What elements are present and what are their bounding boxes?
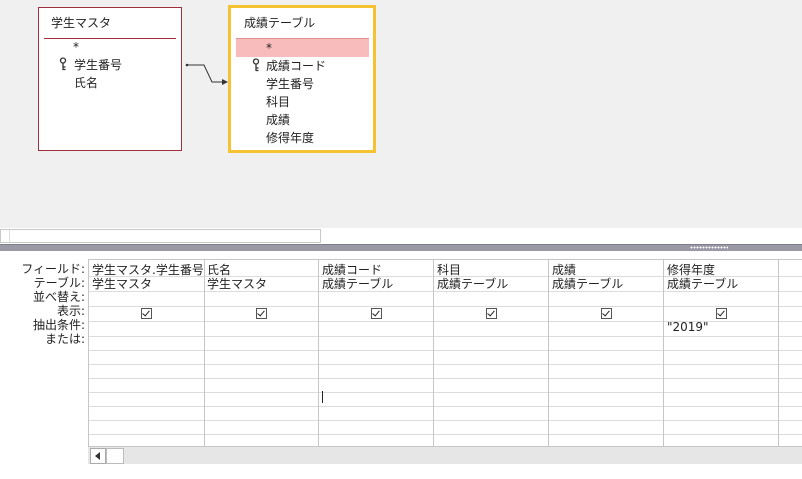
show-checkbox[interactable] — [371, 308, 382, 319]
field-label: 学生番号 — [74, 58, 123, 72]
grid-column-6[interactable]: 修得年度 成績テーブル "2019" — [664, 260, 779, 447]
cell-criteria[interactable]: "2019" — [667, 320, 709, 334]
pane-splitter[interactable] — [0, 244, 802, 251]
cell-table[interactable]: 学生マスタ — [92, 277, 152, 291]
show-checkbox[interactable] — [486, 308, 497, 319]
field-label: * — [266, 41, 272, 55]
label-field: フィールド: — [21, 262, 85, 276]
field-label: 成績コード — [266, 59, 327, 73]
grid-column-1[interactable]: 学生マスタ.学生番号 学生マスタ — [89, 260, 205, 447]
show-checkbox[interactable] — [256, 308, 267, 319]
table-title[interactable]: 学生マスタ — [39, 8, 181, 38]
scroll-left-arrow-icon — [95, 452, 100, 460]
cell-field[interactable]: 修得年度 — [667, 263, 715, 277]
label-show: 表示: — [56, 304, 85, 318]
field-all[interactable]: * — [236, 39, 369, 57]
cell-table[interactable]: 成績テーブル — [552, 277, 623, 291]
label-table: テーブル: — [33, 276, 85, 290]
field-kamoku[interactable]: 科目 — [231, 93, 373, 111]
label-or: または: — [44, 332, 85, 346]
field-label: * — [73, 40, 79, 54]
cell-field[interactable]: 学生マスタ.学生番号 — [92, 263, 204, 277]
query-design-grid[interactable]: 学生マスタ.学生番号 学生マスタ 氏名 学生マスタ 成績コード 成績テーブル 科… — [88, 259, 802, 463]
label-criteria: 抽出条件: — [32, 318, 85, 332]
table-title[interactable]: 成績テーブル — [231, 8, 373, 38]
grid-column-2[interactable]: 氏名 学生マスタ — [204, 260, 319, 447]
primary-key-icon — [252, 58, 260, 72]
relationship-line[interactable] — [182, 60, 232, 88]
cell-field[interactable]: 成績 — [552, 263, 576, 277]
field-label: 修得年度 — [266, 131, 315, 145]
grid-column-3[interactable]: 成績コード 成績テーブル — [319, 260, 434, 447]
field-label: 氏名 — [74, 76, 99, 90]
splitter-grip-icon[interactable] — [690, 246, 728, 249]
field-gakusei-bangou[interactable]: 学生番号 — [231, 75, 373, 93]
field-seiseki-code[interactable]: 成績コード — [231, 57, 373, 75]
scroll-left-arrow[interactable] — [1, 230, 10, 242]
field-label: 成績 — [266, 113, 291, 127]
table-pane: 学生マスタ * 学生番号 氏名 成績テーブル * 成績コード 学生番号 科目 成… — [0, 0, 802, 228]
table-pane-scrollbar[interactable] — [0, 229, 321, 243]
field-shutoku-nendo[interactable]: 修得年度 — [231, 129, 373, 147]
show-checkbox[interactable] — [601, 308, 612, 319]
field-all[interactable]: * — [39, 38, 181, 56]
show-checkbox[interactable] — [716, 308, 727, 319]
field-label: 科目 — [266, 95, 291, 109]
field-shimei[interactable]: 氏名 — [39, 74, 181, 92]
cell-table[interactable]: 成績テーブル — [437, 277, 508, 291]
cell-table[interactable]: 学生マスタ — [207, 277, 267, 291]
label-sort: 並べ替え: — [32, 290, 85, 304]
cell-table[interactable]: 成績テーブル — [322, 277, 393, 291]
text-cursor — [322, 391, 323, 403]
scroll-left-button[interactable] — [90, 448, 106, 464]
show-checkbox[interactable] — [141, 308, 152, 319]
scroll-thumb[interactable] — [106, 448, 124, 464]
grid-column-5[interactable]: 成績 成績テーブル — [549, 260, 664, 447]
grid-horizontal-scrollbar[interactable] — [88, 446, 802, 464]
primary-key-icon — [59, 57, 67, 71]
cell-field[interactable]: 氏名 — [207, 263, 231, 277]
field-seiseki[interactable]: 成績 — [231, 111, 373, 129]
field-label: 学生番号 — [266, 77, 315, 91]
table-box-seiseki-table[interactable]: 成績テーブル * 成績コード 学生番号 科目 成績 修得年度 — [228, 5, 376, 153]
field-gakusei-bangou[interactable]: 学生番号 — [39, 56, 181, 74]
cell-field[interactable]: 成績コード — [322, 263, 382, 277]
table-box-gakusei-master[interactable]: 学生マスタ * 学生番号 氏名 — [38, 7, 182, 151]
cell-field[interactable]: 科目 — [437, 263, 461, 277]
grid-column-4[interactable]: 科目 成績テーブル — [434, 260, 549, 447]
cell-table[interactable]: 成績テーブル — [667, 277, 738, 291]
